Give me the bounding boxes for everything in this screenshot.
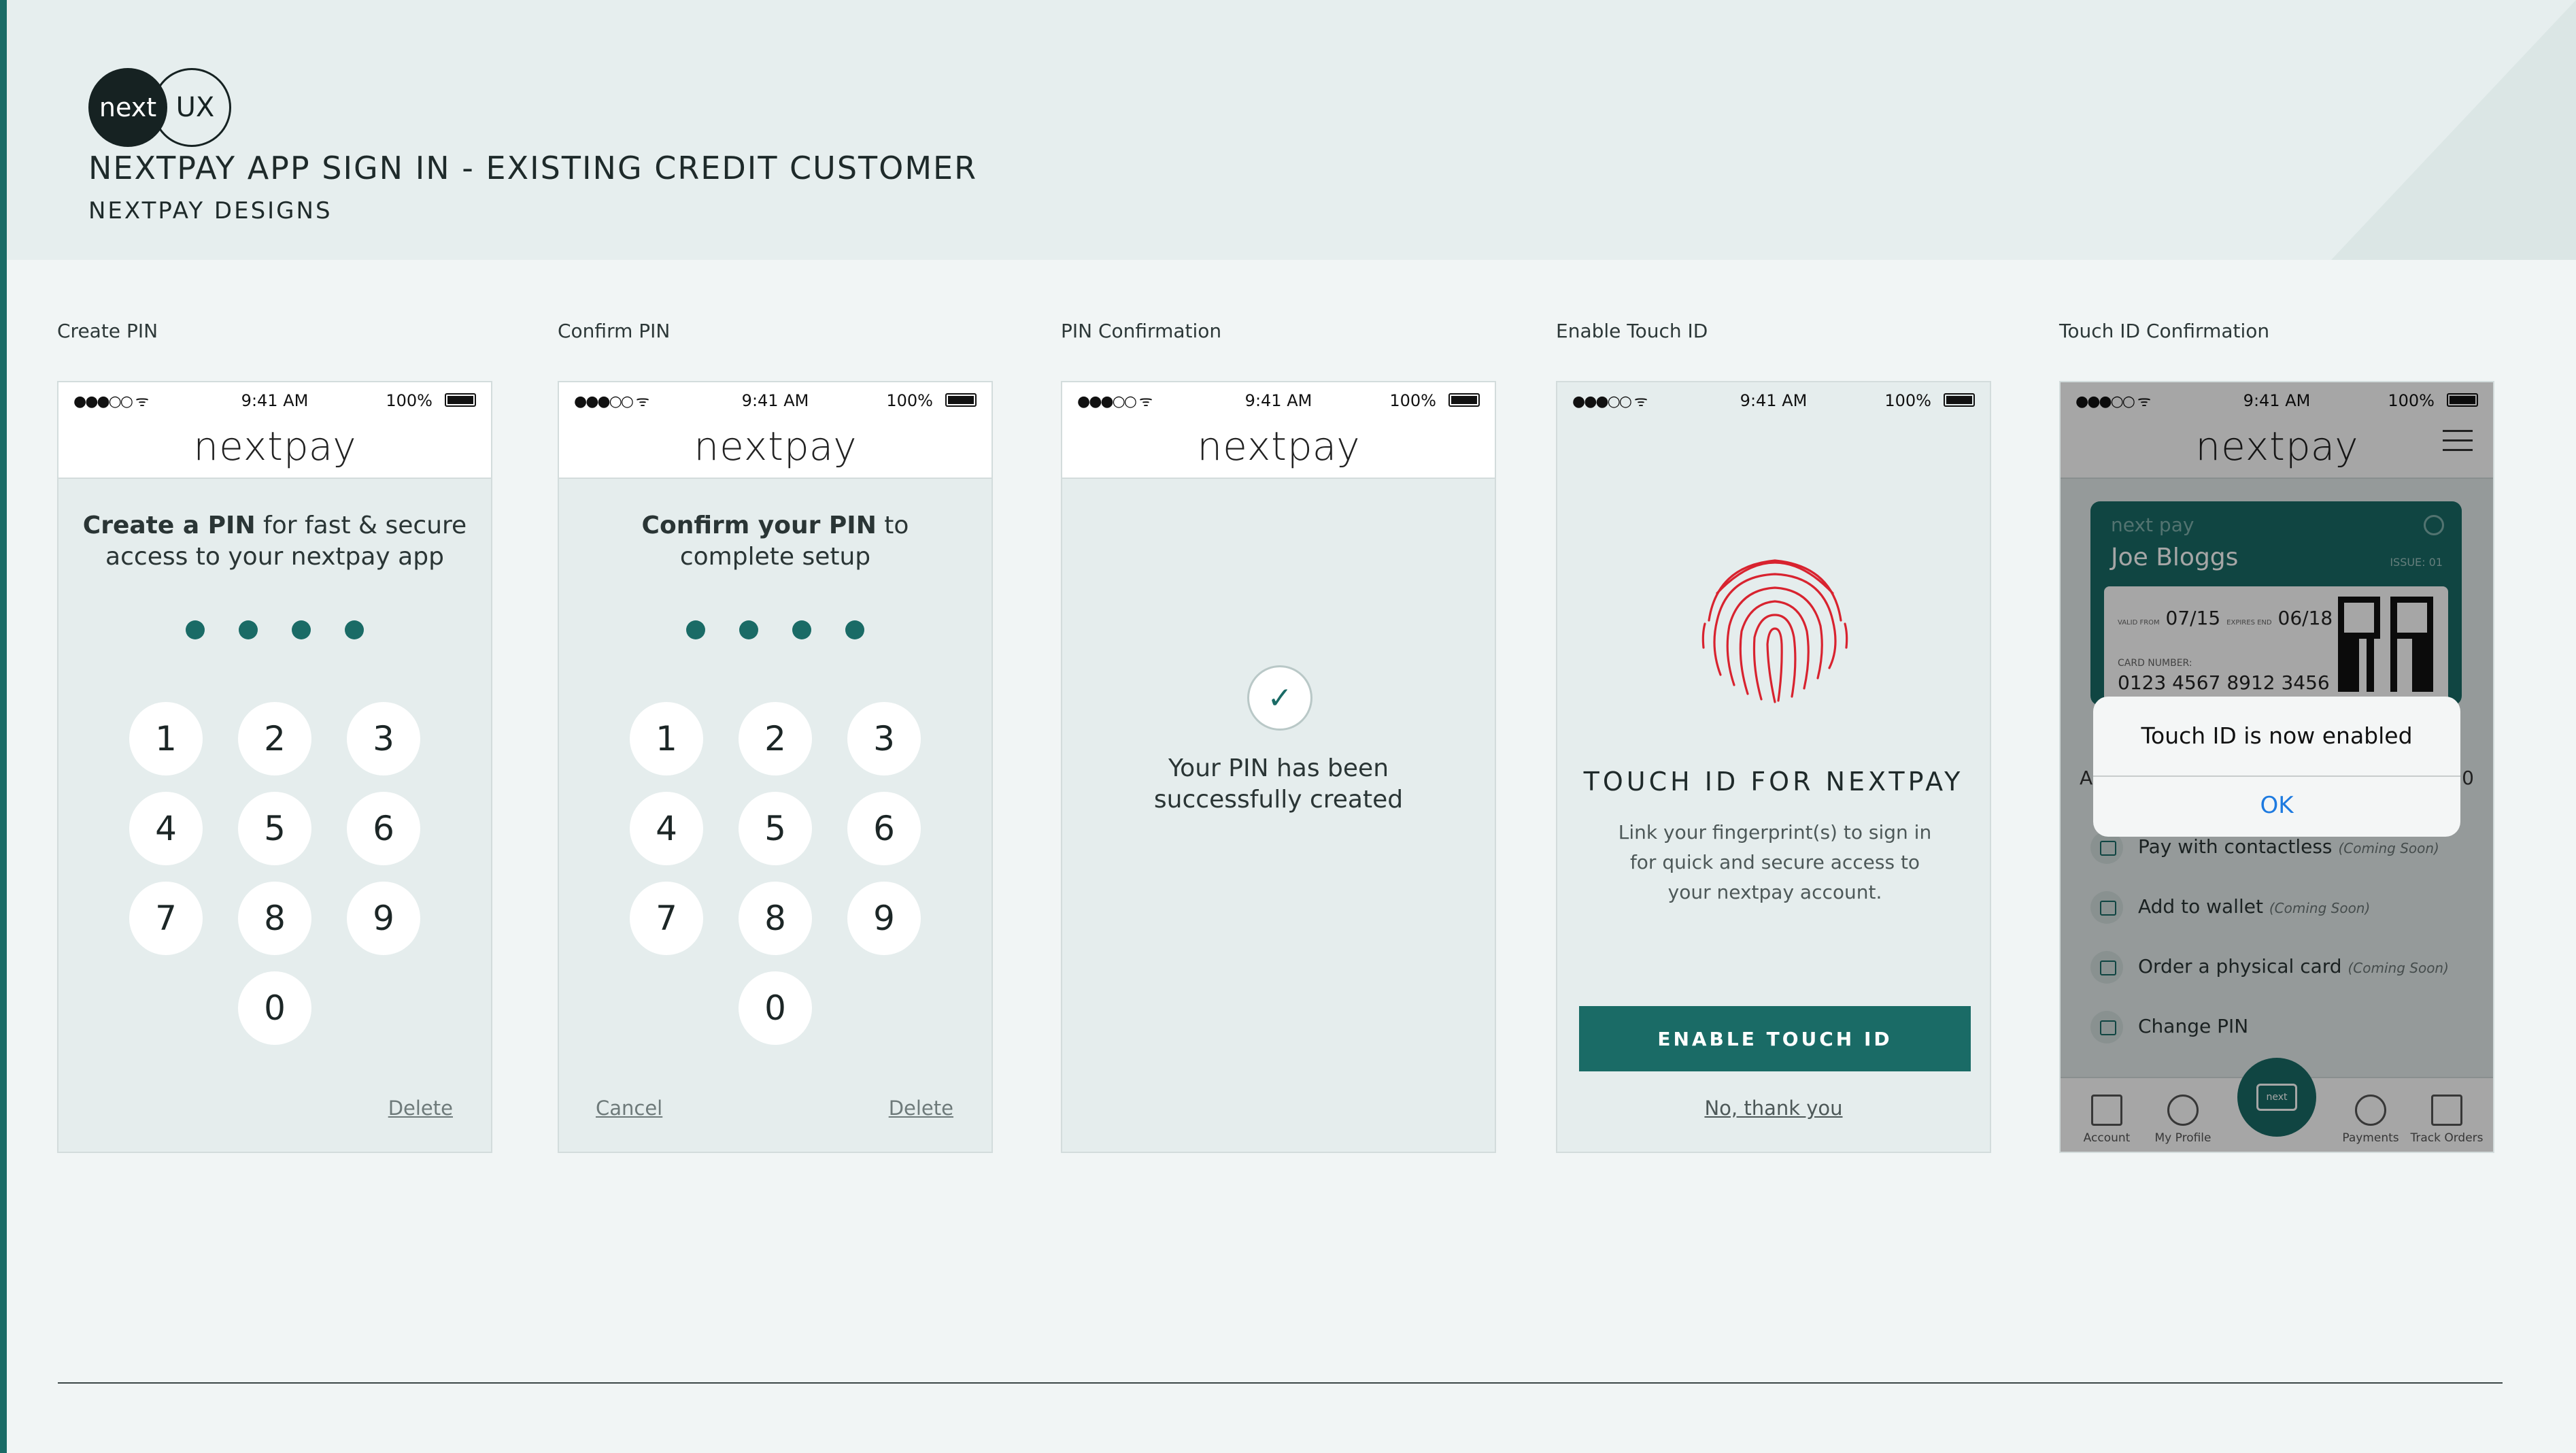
key-5[interactable]: 5 [238,792,311,865]
enable-touch-id-button[interactable]: ENABLE TOUCH ID [1579,1006,1971,1071]
page-subtitle: NEXTPAY DESIGNS [88,197,333,224]
touch-id-heading: TOUCH ID FOR NEXTPAY [1583,767,1964,797]
label-pin-confirmation: PIN Confirmation [1061,320,1222,342]
key-6[interactable]: 6 [847,792,921,865]
pin-dot [845,620,864,639]
phone-create-pin: ●●●○○ ᯤ 9:41 AM 100% nextpay Create a PI… [57,381,492,1153]
key-9[interactable]: 9 [847,882,921,955]
label-enable-touch-id: Enable Touch ID [1556,320,1708,342]
delete-link[interactable]: Delete [889,1097,953,1120]
status-bar: ●●●○○ ᯤ 9:41 AM 100% [1557,382,1990,416]
key-0[interactable]: 0 [238,971,311,1045]
brand-next: next [193,423,284,469]
key-2[interactable]: 2 [739,702,812,775]
phone-enable-touch-id: ●●●○○ ᯤ 9:41 AM 100% TOUCH ID FOR NEXTPA… [1556,381,1991,1153]
prompt-bold: Confirm your PIN [641,512,877,539]
key-1[interactable]: 1 [630,702,703,775]
status-bar: ●●●○○ ᯤ 9:41 AM 100% [1062,382,1495,416]
alert-message: Touch ID is now enabled [2141,722,2413,749]
battery-percent: 100% [886,391,933,410]
key-4[interactable]: 4 [630,792,703,865]
key-2[interactable]: 2 [238,702,311,775]
pin-dot [686,620,705,639]
key-7[interactable]: 7 [630,882,703,955]
footer-divider [58,1382,2503,1384]
battery-icon [945,393,977,407]
key-1[interactable]: 1 [129,702,203,775]
battery-percent: 100% [386,391,433,410]
nextpay-logo: nextpay [559,423,992,469]
key-8[interactable]: 8 [238,882,311,955]
brand-pay: pay [783,423,857,469]
key-7[interactable]: 7 [129,882,203,955]
left-accent-bar [0,0,7,1453]
key-0[interactable]: 0 [739,971,812,1045]
key-3[interactable]: 3 [847,702,921,775]
nextpay-logo: nextpay [58,423,491,469]
brand-next: next [1197,423,1287,469]
pin-dot [739,620,758,639]
battery-percent: 100% [1884,391,1931,410]
touch-id-description: Link your fingerprint(s) to sign in for … [1618,821,1932,903]
alert-ok-button[interactable]: OK [2093,792,2460,819]
pin-dots [58,620,491,642]
battery-icon [445,393,476,407]
brand-pay: pay [283,423,356,469]
key-6[interactable]: 6 [347,792,420,865]
label-touch-id-confirmation: Touch ID Confirmation [2059,320,2270,342]
app-header: ●●●○○ ᯤ 9:41 AM 100% nextpay [58,382,491,479]
brand-next: next [694,423,784,469]
status-bar: ●●●○○ ᯤ 9:41 AM 100% [559,382,992,416]
pin-dot [792,620,811,639]
nextux-logo: UX next [88,68,231,147]
pin-dot [292,620,311,639]
pin-dot [345,620,364,639]
label-confirm-pin: Confirm PIN [558,320,671,342]
create-pin-prompt: Create a PIN for fast & secure access to… [58,510,491,573]
cancel-link[interactable]: Cancel [596,1097,662,1120]
fingerprint-icon [1701,559,1848,703]
page-title: NEXTPAY APP SIGN IN - EXISTING CREDIT CU… [88,150,978,186]
phone-pin-confirmation: ●●●○○ ᯤ 9:41 AM 100% nextpay ✓ Your PIN … [1061,381,1496,1153]
touch-id-alert: Touch ID is now enabled OK [2093,697,2460,837]
confirm-pin-prompt: Confirm your PIN to complete setup [559,510,992,573]
header-band: UX next NEXTPAY APP SIGN IN - EXISTING C… [7,0,2576,260]
battery-icon [1944,393,1975,407]
brand-pay: pay [1287,423,1360,469]
prompt-bold: Create a PIN [82,512,256,539]
battery-percent: 100% [1389,391,1436,410]
key-5[interactable]: 5 [739,792,812,865]
pin-success-message: Your PIN has been successfully created [1153,754,1404,814]
pin-dots [559,620,992,642]
header-decoration [2331,0,2576,260]
no-thanks-link[interactable]: No, thank you [1557,1097,1990,1120]
phone-confirm-pin: ●●●○○ ᯤ 9:41 AM 100% nextpay Confirm you… [558,381,993,1153]
key-4[interactable]: 4 [129,792,203,865]
delete-link[interactable]: Delete [388,1097,453,1120]
app-header: ●●●○○ ᯤ 9:41 AM 100% nextpay [1062,382,1495,479]
battery-icon [1448,393,1480,407]
pin-dot [239,620,258,639]
status-bar: ●●●○○ ᯤ 9:41 AM 100% [58,382,491,416]
nextpay-logo: nextpay [1062,423,1495,469]
alert-divider [2093,775,2460,777]
logo-next: next [88,68,167,147]
key-3[interactable]: 3 [347,702,420,775]
key-8[interactable]: 8 [739,882,812,955]
key-9[interactable]: 9 [347,882,420,955]
check-icon: ✓ [1247,665,1312,731]
pin-dot [186,620,205,639]
app-header: ●●●○○ ᯤ 9:41 AM 100% nextpay [559,382,992,479]
phone-touch-id-confirmation: ●●●○○ ᯤ 9:41 AM 100% nextpay next pay Jo… [2059,381,2494,1153]
label-create-pin: Create PIN [57,320,158,342]
